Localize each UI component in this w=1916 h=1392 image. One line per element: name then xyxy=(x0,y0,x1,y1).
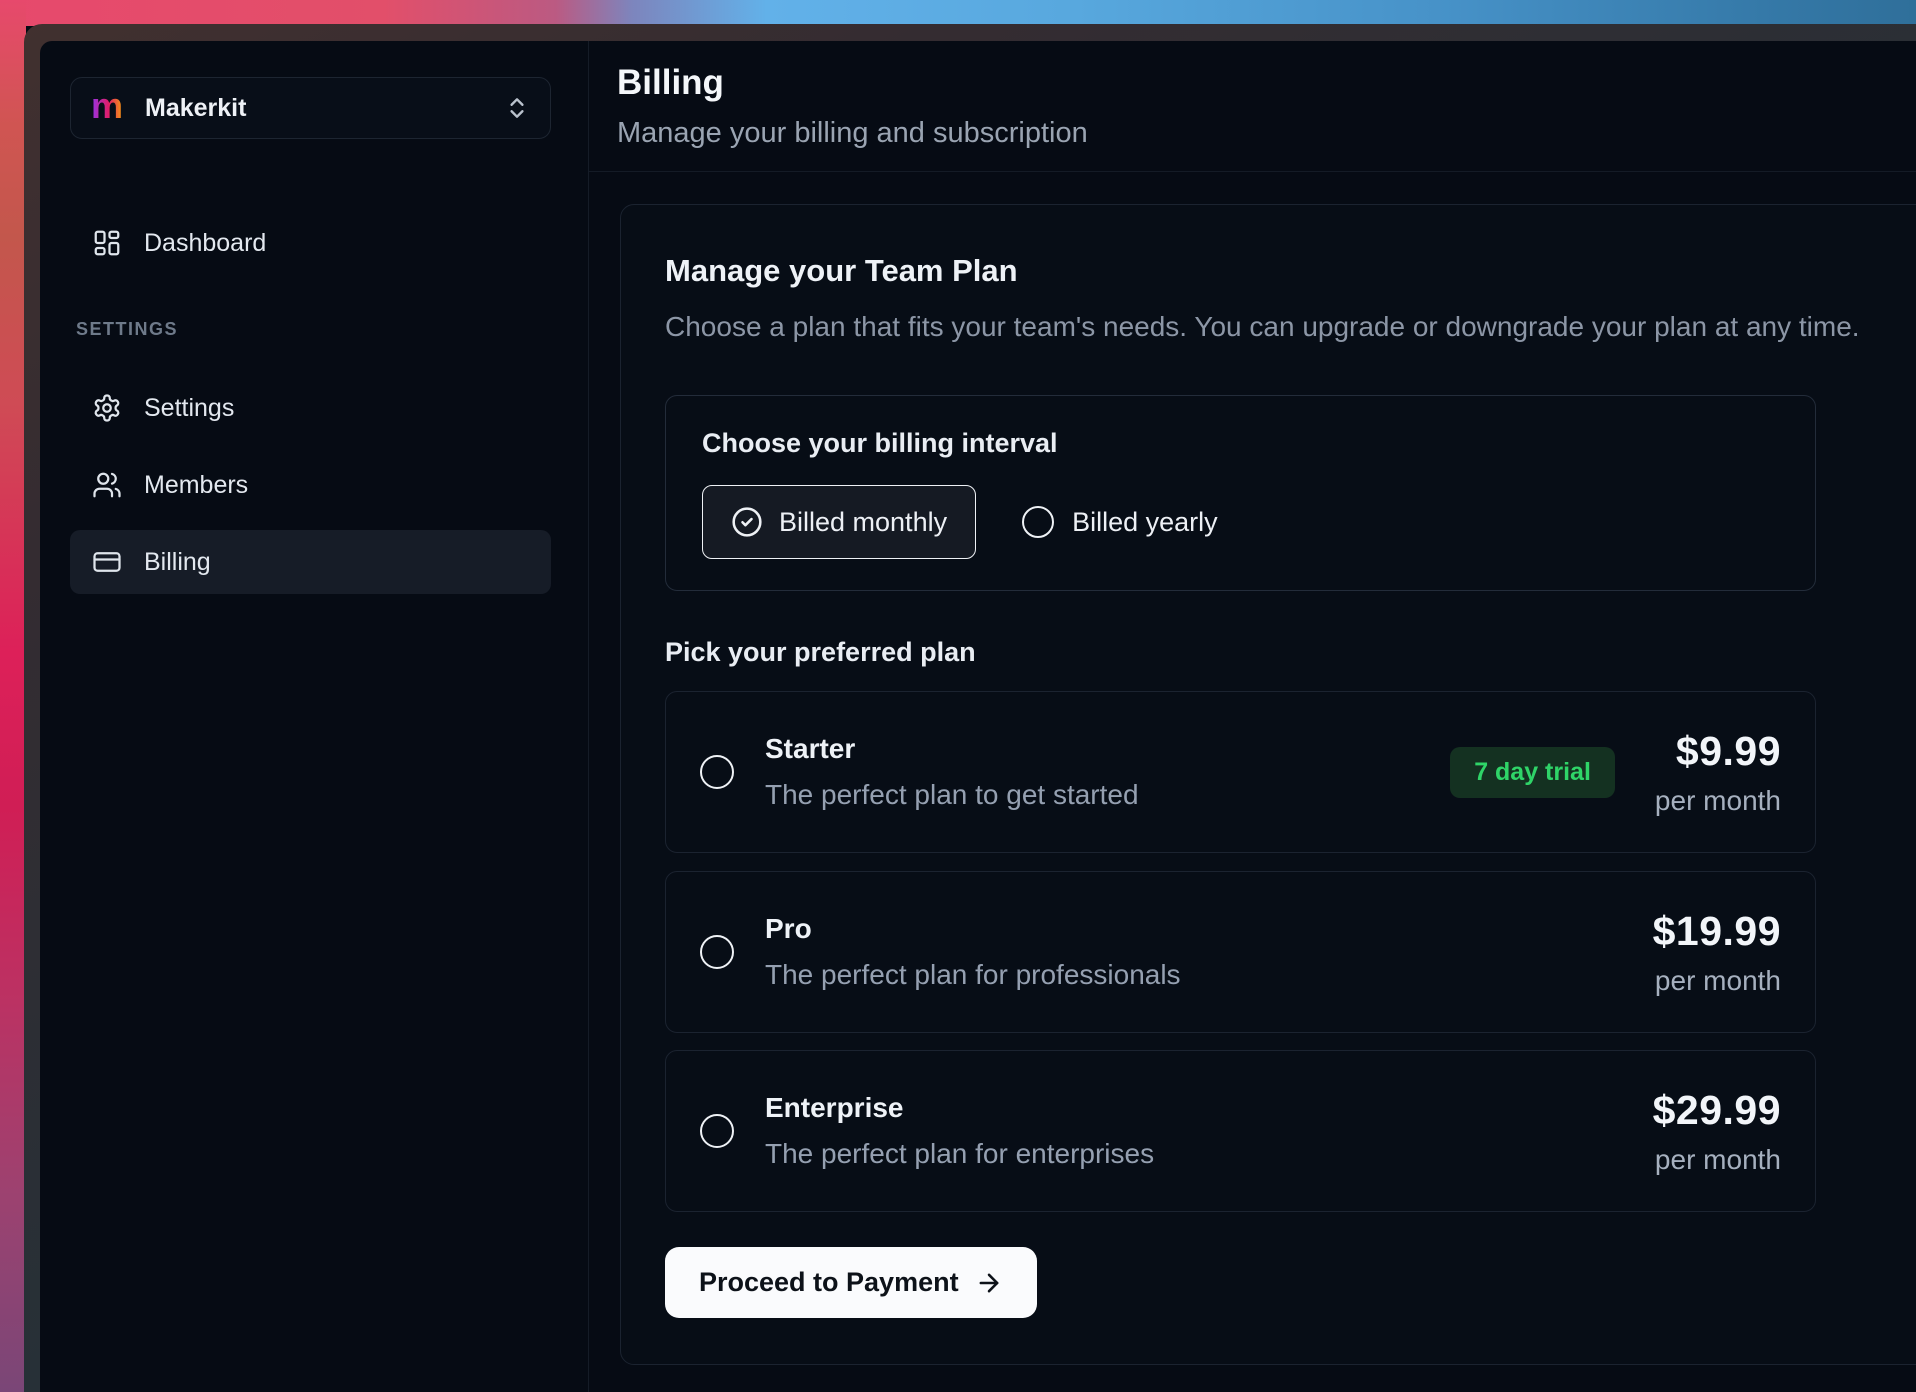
team-name: Makerkit xyxy=(145,94,504,123)
team-plan-card: Manage your Team Plan Choose a plan that… xyxy=(620,204,1916,1365)
plan-row-pro[interactable]: Pro The perfect plan for professionals $… xyxy=(665,871,1816,1033)
plan-description: The perfect plan for professionals xyxy=(765,959,1653,991)
makerkit-logo: m xyxy=(91,88,123,124)
sidebar-nav: Dashboard SETTINGS Settings Members xyxy=(70,211,551,594)
plan-period: per month xyxy=(1653,1144,1781,1176)
check-circle-icon xyxy=(731,506,763,538)
interval-option-yearly[interactable]: Billed yearly xyxy=(1022,506,1218,538)
chevron-up-down-icon xyxy=(504,95,530,121)
sidebar-item-billing[interactable]: Billing xyxy=(70,530,551,594)
sidebar-item-label: Members xyxy=(144,471,248,500)
page-title: Billing xyxy=(617,63,1916,103)
plan-texts: Starter The perfect plan to get started xyxy=(765,733,1450,811)
plan-row-enterprise[interactable]: Enterprise The perfect plan for enterpri… xyxy=(665,1050,1816,1212)
plan-price: $29.99 xyxy=(1653,1087,1781,1134)
radio-icon[interactable] xyxy=(700,755,734,789)
dashboard-icon xyxy=(92,228,122,258)
plan-price-block: $19.99 per month xyxy=(1653,908,1781,997)
radio-icon[interactable] xyxy=(700,935,734,969)
gear-icon xyxy=(92,393,122,423)
sidebar: m Makerkit Dashboard SETTINGS xyxy=(40,41,589,1392)
card-title: Manage your Team Plan xyxy=(665,253,1915,289)
plan-name: Pro xyxy=(765,913,1653,945)
plans-label: Pick your preferred plan xyxy=(665,637,976,668)
sidebar-item-label: Dashboard xyxy=(144,229,266,258)
billing-interval-label: Choose your billing interval xyxy=(702,428,1779,459)
sidebar-item-label: Billing xyxy=(144,548,211,577)
billing-interval-box: Choose your billing interval Billed mont… xyxy=(665,395,1816,591)
sidebar-item-label: Settings xyxy=(144,394,234,423)
arrow-right-icon xyxy=(975,1269,1003,1297)
header-divider xyxy=(589,171,1916,172)
app-window: m Makerkit Dashboard SETTINGS xyxy=(24,24,1916,1392)
plan-name: Starter xyxy=(765,733,1450,765)
plan-texts: Enterprise The perfect plan for enterpri… xyxy=(765,1092,1653,1170)
page-subtitle: Manage your billing and subscription xyxy=(617,117,1916,150)
card-subtitle: Choose a plan that fits your team's need… xyxy=(665,311,1915,343)
radio-icon[interactable] xyxy=(700,1114,734,1148)
sidebar-item-settings[interactable]: Settings xyxy=(70,376,551,440)
desktop-wallpaper-top xyxy=(0,0,1916,26)
sidebar-item-dashboard[interactable]: Dashboard xyxy=(70,211,551,275)
trial-badge: 7 day trial xyxy=(1450,747,1615,798)
desktop-wallpaper-left xyxy=(0,0,26,1392)
users-icon xyxy=(92,470,122,500)
app-content: m Makerkit Dashboard SETTINGS xyxy=(40,41,1916,1392)
credit-card-icon xyxy=(92,547,122,577)
plan-name: Enterprise xyxy=(765,1092,1653,1124)
interval-option-label: Billed monthly xyxy=(779,507,947,538)
plan-period: per month xyxy=(1653,965,1781,997)
page-header: Billing Manage your billing and subscrip… xyxy=(617,63,1916,150)
plan-price: $19.99 xyxy=(1653,908,1781,955)
sidebar-section-label: SETTINGS xyxy=(70,311,551,347)
team-switcher[interactable]: m Makerkit xyxy=(70,77,551,139)
proceed-to-payment-button[interactable]: Proceed to Payment xyxy=(665,1247,1037,1318)
plan-period: per month xyxy=(1655,785,1781,817)
proceed-to-payment-label: Proceed to Payment xyxy=(699,1267,959,1298)
plan-price: $9.99 xyxy=(1655,728,1781,775)
interval-option-monthly[interactable]: Billed monthly xyxy=(702,485,976,559)
plan-texts: Pro The perfect plan for professionals xyxy=(765,913,1653,991)
plan-price-block: $29.99 per month xyxy=(1653,1087,1781,1176)
plan-price-block: $9.99 per month xyxy=(1655,728,1781,817)
radio-icon xyxy=(1022,506,1054,538)
plan-description: The perfect plan to get started xyxy=(765,779,1450,811)
sidebar-item-members[interactable]: Members xyxy=(70,453,551,517)
interval-option-label: Billed yearly xyxy=(1072,507,1218,538)
billing-interval-options: Billed monthly Billed yearly xyxy=(702,485,1779,559)
main-area: Billing Manage your billing and subscrip… xyxy=(589,41,1916,1392)
plan-row-starter[interactable]: Starter The perfect plan to get started … xyxy=(665,691,1816,853)
plan-description: The perfect plan for enterprises xyxy=(765,1138,1653,1170)
